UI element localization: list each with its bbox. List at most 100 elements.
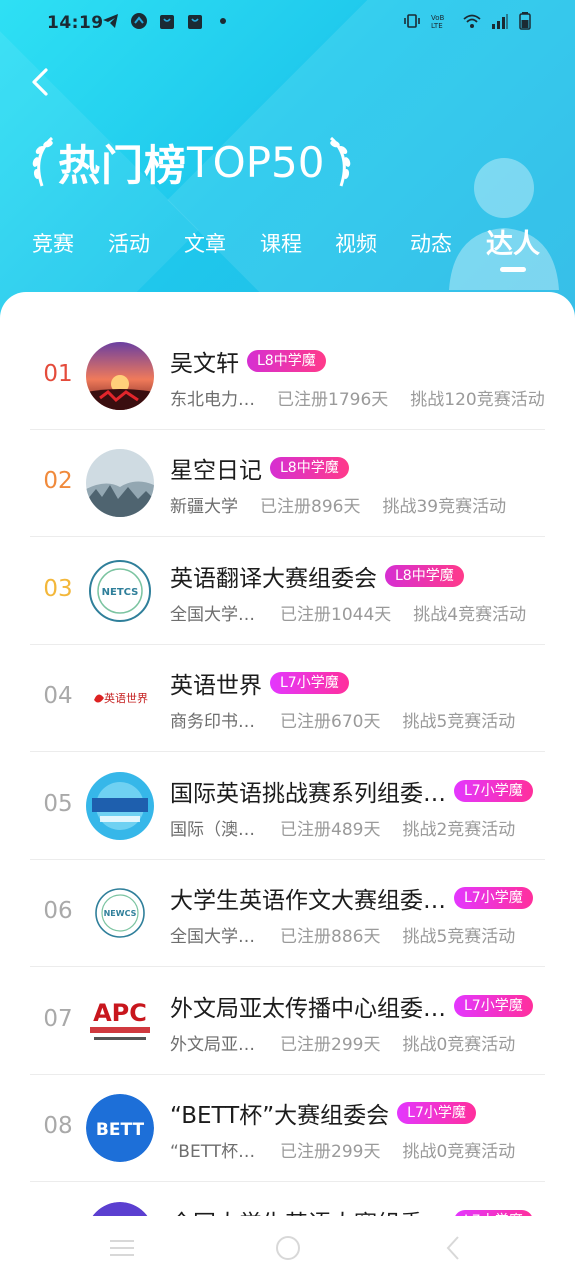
list-item[interactable]: 07 APC 外文局亚太传播中心组委… L7小学魔 外文局亚太传… 已注册299… [30,967,545,1075]
list-item[interactable]: 01 吴文轩 L8中学魔 东北电力… 已注册1796天 挑战120竞赛活动 [30,322,545,430]
challenge-count: 挑战0竞赛活动 [402,1035,516,1055]
tab-article[interactable]: 文章 [184,228,226,258]
registered-days: 已注册489天 [280,820,381,840]
registered-days: 已注册1796天 [277,390,389,410]
dot-icon [220,18,226,24]
challenge-count: 挑战5竞赛活动 [402,712,516,732]
list-item[interactable]: 04 英语世界 英语世界 L7小学魔 商务印书馆《… 已注册670天 挑战5竞赛… [30,644,545,752]
registered-days: 已注册886天 [280,927,381,947]
avatar[interactable]: NETCS [86,557,154,625]
level-badge: L7小学魔 [270,672,349,694]
registered-days: 已注册299天 [280,1035,381,1055]
level-badge: L8中学魔 [270,457,349,479]
shopping-bag-icon [160,15,174,29]
organization: 商务印书馆《… [170,712,258,732]
rank-number: 01 [43,361,73,387]
title-cn: 热门榜 [58,140,188,190]
level-badge: L7小学魔 [454,887,533,909]
avatar-logo-text: NETCS [102,587,139,598]
status-time: 14:19 [47,13,104,33]
tab-course[interactable]: 课程 [260,228,302,258]
shopping-bag-icon [188,15,202,29]
avatar[interactable] [86,772,154,840]
svg-text:VoB: VoB [431,14,445,22]
organization: 外文局亚太传… [170,1035,258,1055]
title-en: TOP50 [187,137,325,187]
avatar[interactable]: BETT [86,1094,154,1162]
list-item[interactable]: 02 星空日记 L8中学魔 新疆大学 已注册896天 挑战39竞赛活动 [30,429,545,537]
laurel-right-icon [329,136,350,187]
registered-days: 已注册1044天 [280,605,392,625]
home-icon[interactable] [274,1234,302,1262]
user-name[interactable]: 外文局亚太传播中心组委… [170,989,446,1023]
user-name[interactable]: 英语世界 [170,666,262,700]
vibrate-icon [404,14,420,28]
user-name[interactable]: 吴文轩 [170,344,239,378]
active-tab-indicator [500,267,526,272]
rank-number: 03 [43,576,73,602]
user-name[interactable]: 大学生英语作文大赛组委… [170,881,446,915]
organization: 东北电力… [170,390,255,410]
battery-icon [519,12,531,30]
rank-number: 08 [43,1113,73,1139]
user-name[interactable]: 国际英语挑战赛系列组委… [170,774,446,808]
tab-activity[interactable]: 活动 [108,228,150,258]
rank-number: 05 [43,791,73,817]
tab-video[interactable]: 视频 [335,228,377,258]
avatar-logo-text: APC [93,999,147,1027]
user-name[interactable]: 英语翻译大赛组委会 [170,559,377,593]
registered-days: 已注册670天 [280,712,381,732]
level-badge: L8中学魔 [385,565,464,587]
telegram-icon [103,14,118,28]
category-tabs: 竞赛 活动 文章 课程 视频 动态 达人 [0,222,575,272]
organization: 全国大学生… [170,605,258,625]
laurel-left-icon [32,136,54,187]
avatar[interactable] [86,342,154,410]
avatar-logo-text: BETT [96,1120,145,1140]
status-bar: 14:19 VoB LTE [0,0,575,46]
challenge-count: 挑战0竞赛活动 [402,1142,516,1162]
level-badge: L7小学魔 [454,995,533,1017]
list-item[interactable]: 06 NEWCS 大学生英语作文大赛组委… L7小学魔 全国大学生英… 已注册8… [30,859,545,967]
user-name[interactable]: “BETT杯”大赛组委会 [170,1096,389,1130]
rank-number: 06 [43,898,73,924]
avatar[interactable] [86,449,154,517]
signal-icon [492,14,508,29]
list-item[interactable]: 05 国际英语挑战赛系列组委… L7小学魔 国际（澳门）… 已注册489天 挑战… [30,752,545,860]
avatar[interactable]: 英语世界 [86,664,154,732]
organization: “BETT杯”大赛… [170,1142,258,1162]
challenge-count: 挑战4竞赛活动 [413,605,527,625]
organization: 国际（澳门）… [170,820,258,840]
ranking-list: 01 吴文轩 L8中学魔 东北电力… 已注册1796天 挑战120竞赛活动 02… [0,292,575,1280]
level-badge: L7小学魔 [454,780,533,802]
svg-text:LTE: LTE [431,22,443,30]
tab-competition[interactable]: 竞赛 [32,228,74,258]
page-title: 热门榜 TOP50 [28,130,355,194]
registered-days: 已注册299天 [280,1142,381,1162]
challenge-count: 挑战39竞赛活动 [382,497,507,517]
level-badge: L8中学魔 [247,350,326,372]
list-item[interactable]: 08 BETT “BETT杯”大赛组委会 L7小学魔 “BETT杯”大赛… 已注… [30,1074,545,1182]
tab-experts[interactable]: 达人 [486,222,540,261]
avatar[interactable]: APC [86,987,154,1055]
menu-icon[interactable] [108,1234,136,1262]
header-banner: 14:19 VoB LTE 热门榜 TOP50 竞赛 活动 文章 课程 视频 动… [0,0,575,330]
challenge-count: 挑战2竞赛活动 [402,820,516,840]
avatar-logo-text: 英语世界 [104,691,148,705]
system-nav-bar [0,1216,575,1280]
circle-app-icon [131,13,147,29]
organization: 全国大学生英… [170,927,258,947]
volte-icon: VoBLTE [431,14,445,30]
user-name[interactable]: 星空日记 [170,451,262,485]
challenge-count: 挑战5竞赛活动 [402,927,516,947]
tab-feed[interactable]: 动态 [410,228,452,258]
organization: 新疆大学 [170,497,238,517]
avatar-logo-text: NEWCS [104,909,137,918]
list-item[interactable]: 03 NETCS 英语翻译大赛组委会 L8中学魔 全国大学生… 已注册1044天… [30,537,545,645]
challenge-count: 挑战120竞赛活动 [410,390,545,410]
registered-days: 已注册896天 [260,497,361,517]
back-nav-icon[interactable] [440,1234,468,1262]
back-icon[interactable] [26,64,58,100]
avatar[interactable]: NEWCS [86,879,154,947]
wifi-icon [463,14,481,28]
